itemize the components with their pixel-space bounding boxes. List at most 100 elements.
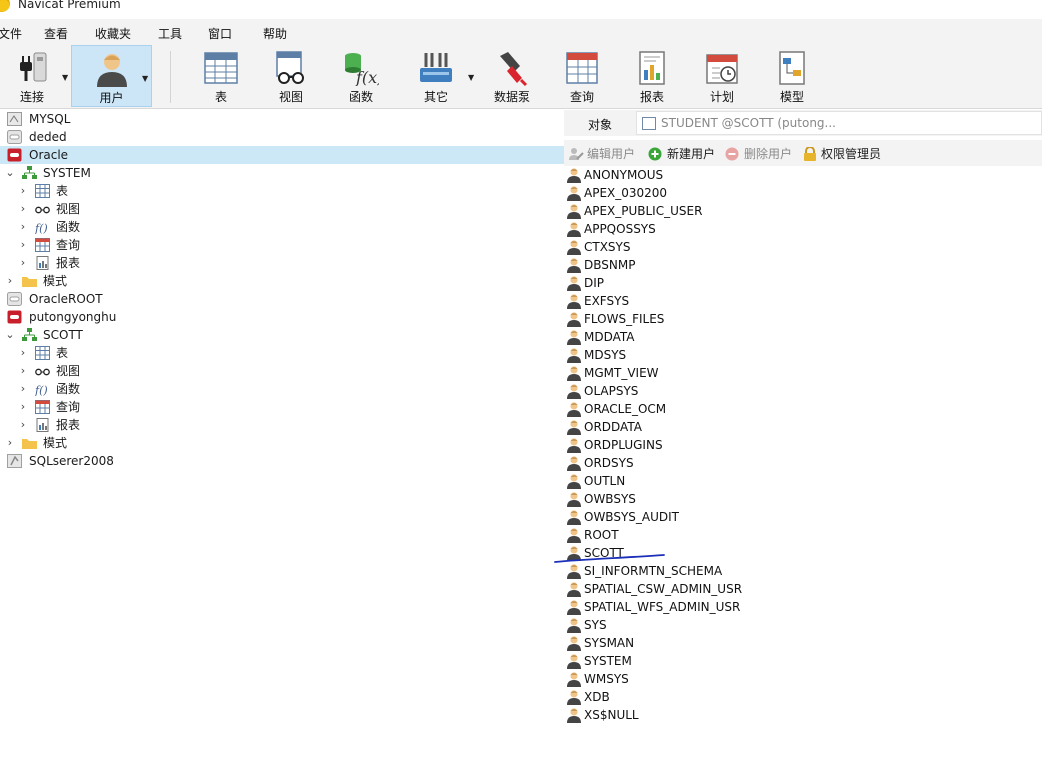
tree-connection-oracleroot[interactable]: OracleROOT [0, 290, 564, 308]
tree-scott-views[interactable]: › 视图 [0, 362, 564, 380]
objects-tab-label[interactable]: 对象 [588, 116, 612, 133]
toolbar-function-button[interactable]: f(x) 函数 [333, 45, 389, 107]
user-list-item[interactable]: MDSYS [564, 346, 1042, 364]
expand-chevron-icon[interactable]: › [18, 362, 28, 380]
user-list-item[interactable]: ORACLE_OCM [564, 400, 1042, 418]
user-list-item[interactable]: EXFSYS [564, 292, 1042, 310]
user-list-item[interactable]: APPQOSSYS [564, 220, 1042, 238]
user-list-item[interactable]: OWBSYS [564, 490, 1042, 508]
user-list-item[interactable]: SPATIAL_CSW_ADMIN_USR [564, 580, 1042, 598]
user-icon [567, 366, 581, 381]
connect-dropdown-icon[interactable]: ▼ [62, 73, 68, 82]
expand-chevron-icon[interactable]: › [18, 380, 28, 398]
user-icon [567, 438, 581, 453]
user-list-item[interactable]: XDB [564, 688, 1042, 706]
tree-scott-tables[interactable]: › 表 [0, 344, 564, 362]
user-list-item[interactable]: CTXSYS [564, 238, 1042, 256]
tree-system-functions[interactable]: › f() 函数 [0, 218, 564, 236]
expand-chevron-icon[interactable]: › [18, 200, 28, 218]
menu-tools[interactable]: 工具 [158, 25, 182, 42]
user-dropdown-icon[interactable]: ▼ [142, 74, 148, 83]
toolbar-other-button[interactable]: ▼ 其它 [408, 45, 474, 107]
user-list-item[interactable]: SPATIAL_WFS_ADMIN_USR [564, 598, 1042, 616]
expand-chevron-icon[interactable]: › [18, 254, 28, 272]
user-icon [567, 204, 581, 219]
expand-chevron-icon[interactable]: › [5, 434, 15, 452]
edit-user-button[interactable]: 编辑用户 [568, 145, 635, 162]
tree-scott-functions[interactable]: › f() 函数 [0, 380, 564, 398]
tree-system-reports[interactable]: › 报表 [0, 254, 564, 272]
tree-system-tables[interactable]: › 表 [0, 182, 564, 200]
user-list-item[interactable]: MGMT_VIEW [564, 364, 1042, 382]
user-list-item[interactable]: ORDPLUGINS [564, 436, 1042, 454]
tree-schema-scott[interactable]: ⌄ SCOTT [0, 326, 564, 344]
tree-scott-queries[interactable]: › 查询 [0, 398, 564, 416]
toolbar-report-button[interactable]: 报表 [624, 45, 680, 107]
user-list-item[interactable]: MDDATA [564, 328, 1042, 346]
new-user-button[interactable]: 新建用户 [648, 145, 715, 162]
user-list-item[interactable]: SYSMAN [564, 634, 1042, 652]
user-list-item[interactable]: ORDSYS [564, 454, 1042, 472]
tree-connection-putongyonghu[interactable]: putongyonghu [0, 308, 564, 326]
tree-connection-deded[interactable]: deded [0, 128, 564, 146]
expand-chevron-icon[interactable]: › [18, 182, 28, 200]
user-list-item[interactable]: DIP [564, 274, 1042, 292]
user-icon [567, 384, 581, 399]
expand-chevron-icon[interactable]: › [18, 218, 28, 236]
menu-favorites[interactable]: 收藏夹 [95, 25, 131, 42]
toolbar-connect-label: 连接 [19, 90, 44, 104]
user-list-item[interactable]: OWBSYS_AUDIT [564, 508, 1042, 526]
tree-scott-reports[interactable]: › 报表 [0, 416, 564, 434]
menu-help[interactable]: 帮助 [263, 25, 287, 42]
tree-label: SCOTT [43, 328, 83, 342]
user-list-item[interactable]: SYS [564, 616, 1042, 634]
user-name: MGMT_VIEW [584, 366, 659, 380]
toolbar-data-pump-button[interactable]: 数据泵 [484, 45, 540, 107]
toolbar-user-button[interactable]: ▼ 用户 [71, 45, 152, 107]
toolbar-query-button[interactable]: 查询 [554, 45, 610, 107]
expand-chevron-icon[interactable]: › [18, 416, 28, 434]
user-list-item[interactable]: WMSYS [564, 670, 1042, 688]
title-bar: Navicat Premium [0, 0, 1042, 16]
user-list-item[interactable]: ANONYMOUS [564, 166, 1042, 184]
toolbar-table-button[interactable]: 表 [193, 45, 249, 107]
user-name: SYSMAN [584, 636, 635, 650]
toolbar-connect-button[interactable]: ▼ 连接 [4, 45, 68, 107]
tree-connection-sqlserver[interactable]: SQLserer2008 [0, 452, 564, 470]
expand-chevron-icon[interactable]: ⌄ [5, 326, 15, 344]
expand-chevron-icon[interactable]: › [5, 272, 15, 290]
user-list-item[interactable]: APEX_030200 [564, 184, 1042, 202]
tree-label: 报表 [56, 418, 81, 432]
toolbar-schedule-button[interactable]: 计划 [694, 45, 750, 107]
model-icon [779, 51, 805, 85]
menu-window[interactable]: 窗口 [208, 25, 232, 42]
object-tab-student[interactable]: STUDENT @SCOTT (putong... [636, 111, 1042, 135]
user-list-item[interactable]: SYSTEM [564, 652, 1042, 670]
privilege-manager-button[interactable]: 权限管理员 [802, 145, 881, 162]
expand-chevron-icon[interactable]: › [18, 236, 28, 254]
expand-chevron-icon[interactable]: › [18, 344, 28, 362]
user-list-item[interactable]: ROOT [564, 526, 1042, 544]
menu-file[interactable]: 文件 [0, 25, 22, 42]
delete-user-button[interactable]: 删除用户 [725, 145, 792, 162]
user-list-item[interactable]: XS$NULL [564, 706, 1042, 724]
user-list-item[interactable]: OUTLN [564, 472, 1042, 490]
toolbar-model-button[interactable]: 模型 [764, 45, 820, 107]
user-list-item[interactable]: OLAPSYS [564, 382, 1042, 400]
tree-schema-system[interactable]: ⌄ SYSTEM [0, 164, 564, 182]
user-list-item[interactable]: ORDDATA [564, 418, 1042, 436]
tree-system-schemas-folder[interactable]: › 模式 [0, 272, 564, 290]
tree-system-queries[interactable]: › 查询 [0, 236, 564, 254]
expand-chevron-icon[interactable]: ⌄ [5, 164, 15, 182]
user-list-item[interactable]: FLOWS_FILES [564, 310, 1042, 328]
user-list-item[interactable]: APEX_PUBLIC_USER [564, 202, 1042, 220]
user-list-item[interactable]: DBSNMP [564, 256, 1042, 274]
expand-chevron-icon[interactable]: › [18, 398, 28, 416]
tree-scott-schemas-folder[interactable]: › 模式 [0, 434, 564, 452]
toolbar-view-button[interactable]: 视图 [263, 45, 319, 107]
other-dropdown-icon[interactable]: ▼ [468, 73, 474, 82]
tree-connection-mysql[interactable]: MYSQL [0, 110, 564, 128]
menu-view[interactable]: 查看 [44, 25, 68, 42]
tree-system-views[interactable]: › 视图 [0, 200, 564, 218]
tree-connection-oracle[interactable]: Oracle [0, 146, 564, 164]
